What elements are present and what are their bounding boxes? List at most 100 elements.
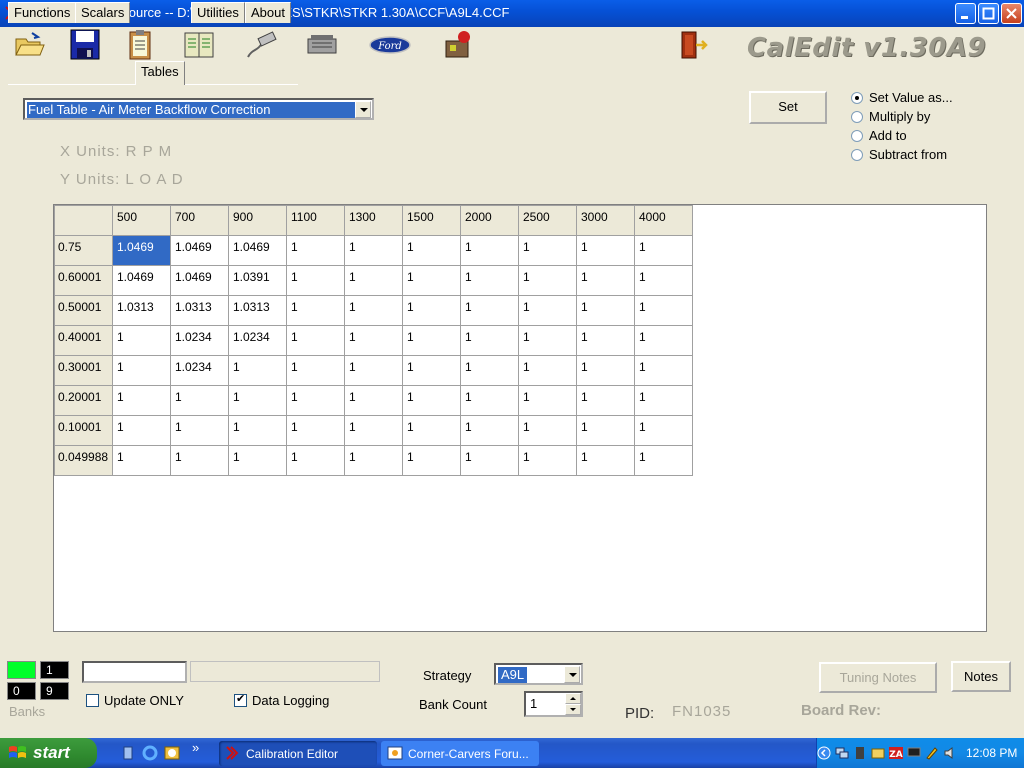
- zonealarm-icon[interactable]: ZA: [889, 746, 903, 760]
- ford-logo-icon[interactable]: Ford: [368, 29, 412, 61]
- grid-cell[interactable]: 1: [634, 265, 693, 296]
- grid-cell[interactable]: 1: [634, 325, 693, 356]
- task-calibration-editor[interactable]: Calibration Editor: [219, 741, 377, 766]
- monitor-tray-icon[interactable]: [907, 746, 921, 760]
- open-folder-icon[interactable]: [12, 29, 46, 61]
- grid-cell[interactable]: 1: [576, 445, 635, 476]
- grid-cell[interactable]: 1: [286, 295, 345, 326]
- grid-cell[interactable]: 1: [344, 385, 403, 416]
- radio-dot[interactable]: [851, 130, 863, 142]
- grid-row-header[interactable]: 0.40001: [54, 325, 113, 356]
- grid-cell[interactable]: 1: [344, 415, 403, 446]
- checkbox-box[interactable]: [86, 694, 99, 707]
- grid-cell[interactable]: 1: [460, 295, 519, 326]
- grid-cell[interactable]: 1: [170, 385, 229, 416]
- internet-explorer-icon[interactable]: [142, 745, 158, 761]
- exit-door-icon[interactable]: [676, 29, 710, 61]
- minimize-button[interactable]: [955, 3, 976, 24]
- grid-cell[interactable]: 1: [402, 295, 461, 326]
- tab-functions[interactable]: Functions: [8, 2, 77, 23]
- grid-cell[interactable]: 1: [518, 265, 577, 296]
- radio-dot[interactable]: [851, 111, 863, 123]
- grid-cell[interactable]: 1: [286, 355, 345, 386]
- start-button[interactable]: start: [0, 738, 97, 768]
- grid-cell[interactable]: 1: [634, 235, 693, 266]
- strategy-select-arrow[interactable]: [564, 666, 580, 683]
- radio-dot[interactable]: [851, 92, 863, 104]
- grid-cell[interactable]: 1: [286, 325, 345, 356]
- grid-cell[interactable]: 1: [344, 265, 403, 296]
- grid-row-header[interactable]: 0.50001: [54, 295, 113, 326]
- grid-column-header[interactable]: 4000: [634, 205, 693, 236]
- grid-cell[interactable]: 1: [402, 385, 461, 416]
- grid-cell[interactable]: 1: [228, 385, 287, 416]
- tab-about[interactable]: About: [245, 2, 291, 23]
- grid-cell[interactable]: 1: [286, 445, 345, 476]
- grid-cell[interactable]: 1: [518, 415, 577, 446]
- volume-icon[interactable]: [943, 746, 957, 760]
- grid-cell[interactable]: 1: [112, 385, 171, 416]
- grid-row-header[interactable]: 0.049988: [54, 445, 113, 476]
- tab-tables[interactable]: Tables: [135, 61, 185, 85]
- stepper-down-button[interactable]: [565, 704, 581, 715]
- grid-cell[interactable]: 1: [402, 325, 461, 356]
- grid-cell[interactable]: 1: [518, 445, 577, 476]
- grid-cell[interactable]: 1: [344, 355, 403, 386]
- checkbox-box[interactable]: [234, 692, 247, 707]
- grid-row-header[interactable]: 0.10001: [54, 415, 113, 446]
- table-select[interactable]: Fuel Table - Air Meter Backflow Correcti…: [23, 98, 374, 120]
- grid-cell[interactable]: 1: [460, 325, 519, 356]
- grid-cell[interactable]: 1: [576, 355, 635, 386]
- grid-cell[interactable]: 1: [460, 355, 519, 386]
- grid-column-header[interactable]: 500: [112, 205, 171, 236]
- grid-cell[interactable]: 1: [518, 325, 577, 356]
- tuning-notes-button[interactable]: Tuning Notes: [819, 662, 937, 693]
- grid-cell[interactable]: 1: [228, 415, 287, 446]
- grid-cell[interactable]: 1: [112, 325, 171, 356]
- grid-column-header[interactable]: 900: [228, 205, 287, 236]
- grid-cell[interactable]: 1: [634, 295, 693, 326]
- strategy-select[interactable]: A9L: [494, 663, 583, 685]
- grid-cell[interactable]: 1: [286, 385, 345, 416]
- grid-cell[interactable]: 1: [518, 385, 577, 416]
- grid-cell[interactable]: 1: [460, 235, 519, 266]
- grid-cell[interactable]: 1: [460, 445, 519, 476]
- tab-utilities[interactable]: Utilities: [191, 2, 245, 23]
- table-select-arrow[interactable]: [355, 101, 371, 118]
- grid-cell[interactable]: 1: [460, 415, 519, 446]
- grid-cell[interactable]: 1: [634, 385, 693, 416]
- grid-cell[interactable]: 1: [576, 385, 635, 416]
- grid-cell[interactable]: 1.0469: [170, 265, 229, 296]
- grid-cell[interactable]: 1: [634, 445, 693, 476]
- grid-cell[interactable]: 1: [170, 415, 229, 446]
- folder-tray-icon[interactable]: [871, 746, 885, 760]
- maximize-button[interactable]: [978, 3, 999, 24]
- close-button[interactable]: [1001, 3, 1022, 24]
- grid-column-header[interactable]: 1100: [286, 205, 345, 236]
- table-grid[interactable]: 500 700 900 1100 1300 1500 2000 2500 3000 4000 0.7…: [53, 204, 987, 632]
- grid-cell[interactable]: 1: [460, 265, 519, 296]
- grid-cell[interactable]: 1: [344, 295, 403, 326]
- grid-cell[interactable]: 1: [576, 295, 635, 326]
- grid-column-header[interactable]: 2500: [518, 205, 577, 236]
- grid-cell[interactable]: 1: [286, 265, 345, 296]
- grid-cell[interactable]: 1: [112, 415, 171, 446]
- save-disk-icon[interactable]: [68, 29, 102, 61]
- grid-cell[interactable]: 1: [112, 445, 171, 476]
- pencil-tray-icon[interactable]: [925, 746, 939, 760]
- grid-cell[interactable]: 1: [576, 415, 635, 446]
- grid-cell[interactable]: 1: [518, 295, 577, 326]
- tray-collapse-icon[interactable]: [817, 746, 831, 760]
- grid-cell[interactable]: 1: [634, 355, 693, 386]
- grid-cell[interactable]: 1: [286, 235, 345, 266]
- notes-book-icon[interactable]: [182, 29, 216, 61]
- grid-cell[interactable]: 1: [402, 265, 461, 296]
- radio-dot[interactable]: [851, 149, 863, 161]
- bank-count-stepper[interactable]: 1: [524, 691, 583, 717]
- grid-row-header[interactable]: 0.60001: [54, 265, 113, 296]
- grid-cell[interactable]: 1.0313: [170, 295, 229, 326]
- grid-row-header[interactable]: 0.75: [54, 235, 113, 266]
- grid-cell[interactable]: 1: [402, 415, 461, 446]
- grid-cell[interactable]: 1: [402, 445, 461, 476]
- notes-button[interactable]: Notes: [951, 661, 1011, 692]
